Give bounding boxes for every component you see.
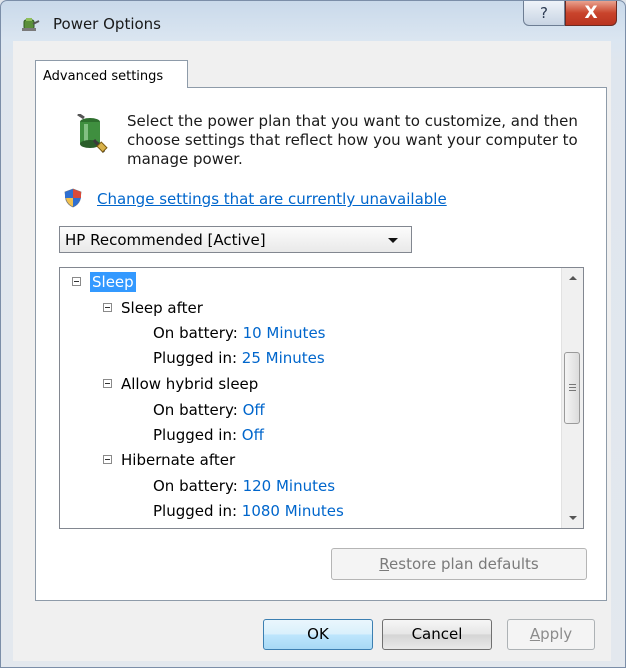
restore-defaults-button[interactable]: Restore plan defaults: [331, 548, 587, 580]
scroll-up-icon[interactable]: [562, 268, 583, 289]
power-options-icon: [22, 18, 40, 31]
tab-advanced-settings[interactable]: Advanced settings: [35, 60, 188, 88]
collapse-icon[interactable]: [72, 277, 81, 286]
plan-description: Select the power plan that you want to c…: [127, 112, 578, 168]
settings-tree[interactable]: Sleep Sleep after On battery: 10 Minutes…: [59, 267, 584, 529]
title-bar[interactable]: Power Options ? X: [1, 1, 625, 41]
cancel-button[interactable]: Cancel: [382, 619, 492, 650]
power-plan-dropdown[interactable]: HP Recommended [Active]: [59, 226, 412, 253]
grip-line: [569, 384, 576, 385]
restore-label: estore plan defaults: [389, 555, 539, 573]
close-icon: X: [584, 3, 598, 23]
power-options-window: Power Options ? X Advanced settings Sele…: [0, 0, 626, 668]
grip-line: [569, 387, 576, 388]
ok-button[interactable]: OK: [263, 619, 373, 650]
close-button[interactable]: X: [565, 1, 617, 26]
setting-label: On battery:: [153, 477, 238, 495]
dialog-body: Advanced settings Select the power plan …: [13, 41, 611, 661]
tree-node-sleep-after[interactable]: Sleep after: [103, 296, 203, 320]
tree-node-sleep[interactable]: Sleep: [72, 270, 136, 294]
setting-row-hybrid-battery[interactable]: On battery: Off: [153, 398, 265, 422]
setting-label: Plugged in:: [153, 426, 238, 444]
collapse-icon[interactable]: [103, 303, 112, 312]
setting-label: On battery:: [153, 401, 238, 419]
chevron-down-icon: [388, 238, 398, 243]
help-button[interactable]: ?: [523, 1, 565, 26]
restore-mnemonic: R: [379, 555, 390, 573]
apply-mnemonic: A: [529, 625, 541, 643]
battery-plug-icon: [77, 114, 108, 153]
tree-label-hybrid-sleep: Allow hybrid sleep: [121, 375, 259, 393]
tree-node-hibernate-after[interactable]: Hibernate after: [103, 448, 235, 472]
tree-label-sleep-after: Sleep after: [121, 299, 203, 317]
setting-row-hibernate-battery[interactable]: On battery: 120 Minutes: [153, 474, 335, 498]
setting-row-hibernate-plugged[interactable]: Plugged in: 1080 Minutes: [153, 499, 344, 523]
power-plan-value: HP Recommended [Active]: [65, 231, 266, 249]
help-icon: ?: [540, 4, 548, 22]
collapse-icon[interactable]: [103, 379, 112, 388]
setting-label: Plugged in:: [153, 502, 238, 520]
tree-label-sleep: Sleep: [90, 272, 136, 292]
setting-value[interactable]: 10 Minutes: [243, 324, 326, 342]
vertical-scrollbar[interactable]: [561, 268, 583, 528]
collapse-icon[interactable]: [103, 455, 112, 464]
setting-label: Plugged in:: [153, 349, 238, 367]
apply-label: pply: [540, 625, 573, 643]
tree-label-hibernate-after: Hibernate after: [121, 451, 236, 469]
setting-row-hybrid-plugged[interactable]: Plugged in: Off: [153, 423, 264, 447]
change-settings-link[interactable]: Change settings that are currently unava…: [97, 190, 447, 208]
window-title: Power Options: [53, 15, 161, 33]
scroll-down-icon[interactable]: [562, 507, 583, 528]
setting-value[interactable]: 1080 Minutes: [242, 502, 344, 520]
grip-line: [569, 390, 576, 391]
setting-value[interactable]: 25 Minutes: [242, 349, 325, 367]
apply-button[interactable]: Apply: [507, 619, 595, 650]
setting-value[interactable]: 120 Minutes: [243, 477, 335, 495]
advanced-settings-panel: Select the power plan that you want to c…: [35, 87, 607, 601]
setting-row-sleep-after-battery[interactable]: On battery: 10 Minutes: [153, 321, 325, 345]
setting-value[interactable]: Off: [242, 426, 264, 444]
tree-node-hybrid-sleep[interactable]: Allow hybrid sleep: [103, 372, 258, 396]
uac-shield-icon: [64, 188, 82, 208]
setting-label: On battery:: [153, 324, 238, 342]
setting-row-sleep-after-plugged[interactable]: Plugged in: 25 Minutes: [153, 346, 325, 370]
setting-value[interactable]: Off: [243, 401, 265, 419]
scroll-thumb[interactable]: [564, 352, 580, 424]
